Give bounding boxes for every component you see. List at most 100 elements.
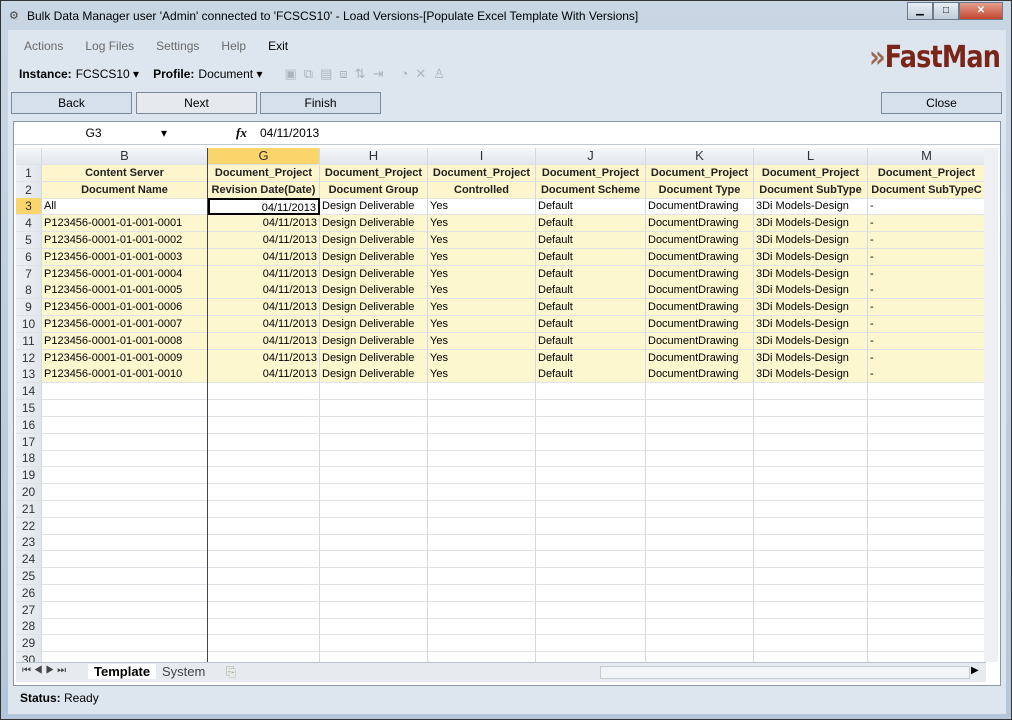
column-header-l[interactable]: L [754,148,868,165]
cell[interactable]: DocumentDrawing [646,265,754,283]
cell[interactable] [208,601,320,619]
cell[interactable] [320,618,428,636]
cell[interactable] [754,400,868,417]
cell[interactable] [320,568,428,585]
header-cell[interactable]: Controlled [428,181,536,199]
cell[interactable] [868,484,984,501]
column-header-j[interactable]: J [536,148,646,165]
cell[interactable]: Default [536,198,646,216]
cell[interactable]: Default [536,215,646,233]
cell[interactable] [646,467,754,485]
row-header[interactable]: 21 [16,500,42,518]
cell[interactable] [754,433,868,451]
cell[interactable]: 3Di Models-Design [754,265,868,283]
column-header-b[interactable]: B [42,148,208,165]
cell[interactable] [208,635,320,653]
cell[interactable] [646,551,754,569]
cell[interactable] [320,484,428,501]
cell[interactable] [646,534,754,552]
cell[interactable] [42,383,208,401]
cell[interactable]: Design Deliverable [320,299,428,317]
row-header[interactable]: 12 [16,349,42,367]
cell[interactable]: 3Di Models-Design [754,282,868,300]
tab-template[interactable]: Template [88,664,157,679]
cell[interactable]: DocumentDrawing [646,198,754,216]
row-header[interactable]: 3 [16,198,42,216]
cell[interactable] [428,517,536,535]
cell[interactable]: - [868,299,984,317]
cell[interactable]: - [868,265,984,283]
cell[interactable] [868,585,984,602]
cell[interactable]: Design Deliverable [320,198,428,216]
cell[interactable] [868,467,984,485]
row-header[interactable]: 25 [16,568,42,585]
cell[interactable] [646,500,754,518]
header-cell[interactable]: Revision Date(Date) [208,181,320,199]
cell[interactable]: DocumentDrawing [646,232,754,249]
row-header[interactable]: 27 [16,601,42,619]
cell[interactable] [536,652,646,662]
row-header[interactable]: 13 [16,366,42,384]
cell[interactable]: DocumentDrawing [646,248,754,266]
cell[interactable] [754,584,868,602]
header-cell[interactable]: Document Group [320,181,428,199]
cell[interactable] [208,450,320,468]
cell[interactable]: 3Di Models-Design [754,299,868,317]
cell[interactable] [868,551,984,569]
cell[interactable] [42,601,208,619]
cell[interactable]: 3Di Models-Design [754,215,868,233]
cell[interactable] [42,652,208,662]
cell[interactable] [320,400,428,417]
cell[interactable]: 3Di Models-Design [754,248,868,266]
row-header[interactable]: 2 [16,181,42,199]
toolbar-icon-3[interactable]: ▤ [320,66,332,82]
cell[interactable]: Default [536,316,646,333]
cell[interactable]: DocumentDrawing [646,282,754,300]
maximize-button[interactable]: □ [933,2,959,20]
cell[interactable] [536,383,646,401]
cell[interactable] [428,400,536,417]
header-cell[interactable]: Document SubTypeC [868,181,984,199]
cell[interactable] [646,450,754,468]
cell[interactable] [536,551,646,569]
cell[interactable] [320,433,428,451]
cell[interactable] [42,450,208,468]
cell[interactable] [208,484,320,501]
cell[interactable] [320,383,428,401]
close-button[interactable]: Close [881,92,1002,114]
cell[interactable] [208,584,320,602]
cell[interactable]: 04/11/2013 [208,349,320,367]
row-header[interactable]: 26 [16,584,42,602]
cell[interactable]: 3Di Models-Design [754,349,868,367]
menu-actions[interactable]: Actions [24,39,63,60]
cell[interactable]: Yes [428,349,536,367]
cell[interactable]: 04/11/2013 [208,248,320,266]
cell[interactable] [428,467,536,485]
cell[interactable]: DocumentDrawing [646,215,754,233]
cell[interactable]: Default [536,282,646,300]
cell[interactable]: - [868,282,984,300]
cell[interactable] [42,551,208,569]
row-header[interactable]: 8 [16,282,42,300]
row-header[interactable]: 18 [16,450,42,468]
cell[interactable] [754,416,868,434]
cell[interactable] [536,500,646,518]
row-header[interactable]: 9 [16,299,42,317]
cell[interactable] [208,652,320,662]
cell[interactable] [428,383,536,401]
cell[interactable]: 3Di Models-Design [754,232,868,249]
cell[interactable]: Default [536,248,646,266]
cell[interactable] [536,601,646,619]
cell[interactable]: DocumentDrawing [646,349,754,367]
toolbar-icon-5[interactable]: ⇅ [355,66,366,82]
cell[interactable] [646,584,754,602]
cell[interactable] [754,652,868,662]
cell[interactable]: P123456-0001-01-001-0010 [42,366,208,384]
cell[interactable] [42,484,208,501]
cell[interactable] [646,568,754,585]
cell[interactable]: Yes [428,198,536,216]
row-header[interactable]: 19 [16,467,42,485]
header-cell[interactable]: Document Name [42,181,208,199]
cell[interactable] [754,500,868,518]
close-window-button[interactable]: ✕ [959,2,1003,20]
